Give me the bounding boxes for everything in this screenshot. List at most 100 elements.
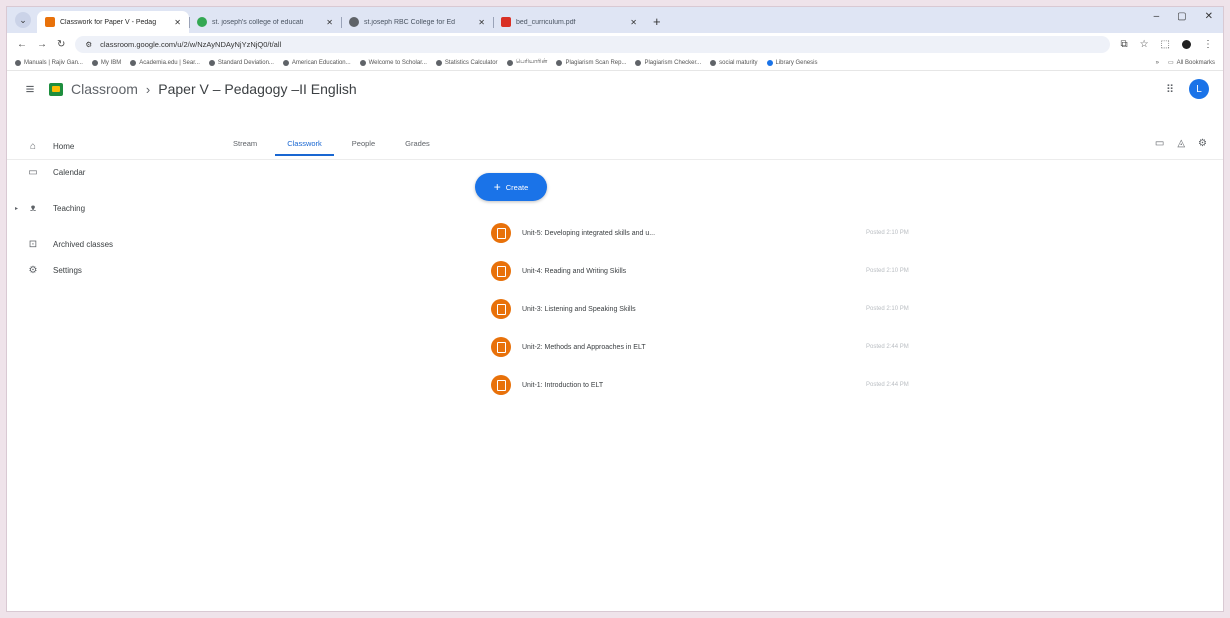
course-title[interactable]: Paper V – Pedagogy –II English bbox=[158, 81, 356, 97]
assignment-icon bbox=[491, 299, 511, 319]
globe-icon bbox=[15, 59, 21, 66]
posted-date: Posted 2:10 PM bbox=[866, 306, 909, 312]
pdf-favicon-icon bbox=[501, 17, 511, 27]
tab-title: Classwork for Paper V - Pedag bbox=[60, 18, 157, 26]
sidebar: ⌂ Home ▭ Calendar ▸ ᴥ Teaching ⊡ Archive… bbox=[7, 133, 187, 283]
assignment-icon bbox=[491, 261, 511, 281]
close-tab-icon[interactable]: ✕ bbox=[630, 18, 637, 27]
globe-icon bbox=[208, 59, 215, 66]
close-tab-icon[interactable]: ✕ bbox=[478, 18, 485, 27]
sidebar-item-label: Home bbox=[53, 141, 75, 151]
minimize-button[interactable]: – bbox=[1154, 11, 1160, 22]
classroom-header: ≡ Classroom › Paper V – Pedagogy –II Eng… bbox=[7, 71, 1223, 107]
browser-tab[interactable]: st. joseph's college of educati ✕ bbox=[189, 11, 341, 33]
main-menu-icon[interactable]: ≡ bbox=[17, 81, 43, 98]
menu-kebab-icon[interactable]: ⋮ bbox=[1203, 39, 1213, 50]
classroom-favicon-icon bbox=[45, 17, 55, 27]
bookmark-item[interactable]: social maturity bbox=[710, 59, 758, 66]
bookmark-item[interactable]: Welcome to Scholar... bbox=[359, 59, 427, 66]
tab-stream[interactable]: Stream bbox=[233, 139, 257, 156]
classwork-actions: ▭ ◬ ⚙ bbox=[1155, 138, 1207, 149]
calendar-icon[interactable]: ▭ bbox=[1155, 138, 1164, 149]
tab-grades[interactable]: Grades bbox=[405, 139, 430, 156]
globe-icon bbox=[506, 59, 513, 66]
globe-icon bbox=[435, 59, 442, 66]
sidebar-item-archived-classes[interactable]: ⊡ Archived classes bbox=[7, 231, 187, 257]
bookmark-item[interactable]: Plagiarism Scan Rep... bbox=[556, 59, 626, 66]
bookmark-item[interactable]: Academia.edu | Sear... bbox=[130, 59, 200, 66]
people-icon: ᴥ bbox=[29, 202, 37, 214]
sidebar-item-label: Archived classes bbox=[53, 239, 114, 249]
tab-title: st.joseph RBC College for Ed bbox=[364, 18, 456, 26]
breadcrumb-separator-icon: › bbox=[145, 81, 151, 97]
browser-tab[interactable]: st.joseph RBC College for Ed ✕ bbox=[341, 11, 493, 33]
assignment-icon bbox=[491, 223, 511, 243]
browser-window: ⌄ Classwork for Paper V - Pedag ✕ st. jo… bbox=[6, 6, 1224, 612]
create-button[interactable]: + Create bbox=[475, 173, 547, 201]
bookmark-item[interactable]: American Education... bbox=[282, 59, 351, 66]
back-icon[interactable]: ← bbox=[17, 39, 27, 50]
browser-tab-active[interactable]: Classwork for Paper V - Pedag ✕ bbox=[37, 11, 189, 33]
classroom-logo-icon[interactable] bbox=[49, 82, 63, 96]
posted-date: Posted 2:10 PM bbox=[866, 230, 909, 236]
sidebar-item-home[interactable]: ⌂ Home bbox=[7, 133, 187, 159]
bookmark-star-icon[interactable]: ☆ bbox=[1140, 39, 1149, 50]
maximize-button[interactable]: ▢ bbox=[1177, 11, 1186, 22]
tab-classwork[interactable]: Classwork bbox=[275, 139, 334, 156]
app-title[interactable]: Classroom bbox=[71, 81, 138, 97]
assignment-icon bbox=[491, 375, 511, 395]
list-item-title: Unit-4: Reading and Writing Skills bbox=[522, 267, 627, 275]
list-item-title: Unit-5: Developing integrated skills and… bbox=[522, 229, 656, 237]
list-item[interactable]: Unit-2: Methods and Approaches in ELT Po… bbox=[479, 328, 949, 366]
site-info-icon[interactable]: ⚙ bbox=[85, 40, 92, 49]
more-bookmarks-icon[interactable]: » bbox=[1156, 60, 1159, 66]
globe-icon bbox=[635, 59, 642, 66]
bookmark-item[interactable]: Standard Deviation... bbox=[208, 59, 274, 66]
bookmark-item[interactable]: My IBM bbox=[91, 59, 121, 66]
close-tab-icon[interactable]: ✕ bbox=[326, 18, 333, 27]
bookmark-item[interactable]: பெரியாரின் bbox=[506, 59, 547, 66]
profile-icon[interactable] bbox=[1182, 39, 1191, 49]
sidebar-item-teaching[interactable]: ▸ ᴥ Teaching bbox=[7, 195, 187, 221]
all-bookmarks-button[interactable]: ▭ All Bookmarks bbox=[1167, 59, 1215, 67]
sidebar-item-settings[interactable]: ⚙ Settings bbox=[7, 257, 187, 283]
address-bar[interactable]: ⚙ classroom.google.com/u/2/w/NzAyNDAyNjY… bbox=[75, 35, 1111, 53]
create-button-label: Create bbox=[505, 182, 529, 192]
bookmark-item[interactable]: Statistics Calculator bbox=[435, 59, 498, 66]
settings-icon[interactable]: ⚙ bbox=[1198, 138, 1207, 149]
bookmark-item[interactable]: Manuals | Rajiv Gan... bbox=[15, 59, 83, 66]
list-item-title: Unit-2: Methods and Approaches in ELT bbox=[522, 343, 646, 351]
globe-icon bbox=[282, 59, 289, 66]
close-tab-icon[interactable]: ✕ bbox=[174, 18, 181, 27]
globe-icon bbox=[130, 59, 137, 66]
browser-tab[interactable]: bed_curriculum.pdf ✕ bbox=[493, 11, 645, 33]
list-item[interactable]: Unit-4: Reading and Writing Skills Poste… bbox=[479, 252, 949, 290]
globe-icon bbox=[359, 59, 366, 66]
posted-date: Posted 2:44 PM bbox=[866, 382, 909, 388]
close-window-button[interactable]: ✕ bbox=[1205, 11, 1213, 22]
new-tab-button[interactable]: + bbox=[653, 14, 661, 29]
extensions-icon[interactable]: ⬚ bbox=[1161, 39, 1170, 50]
tab-people[interactable]: People bbox=[352, 139, 375, 156]
tab-search-button[interactable]: ⌄ bbox=[15, 12, 31, 28]
list-item[interactable]: Unit-3: Listening and Speaking Skills Po… bbox=[479, 290, 949, 328]
drive-folder-icon[interactable]: ◬ bbox=[1177, 138, 1185, 149]
toolbar-actions: ⧉ ☆ ⬚ ⋮ bbox=[1120, 39, 1213, 50]
forward-icon[interactable]: → bbox=[37, 39, 47, 50]
reload-icon[interactable]: ↻ bbox=[57, 39, 65, 50]
list-item-title: Unit-3: Listening and Speaking Skills bbox=[522, 305, 636, 313]
bookmark-item[interactable]: Plagiarism Checker... bbox=[635, 59, 701, 66]
folder-icon: ▭ bbox=[1167, 60, 1174, 66]
home-icon: ⌂ bbox=[29, 140, 37, 152]
list-item[interactable]: Unit-1: Introduction to ELT Posted 2:44 … bbox=[479, 366, 949, 404]
sidebar-divider bbox=[7, 221, 187, 231]
assignment-icon bbox=[491, 337, 511, 357]
expand-caret-icon[interactable]: ▸ bbox=[15, 205, 18, 212]
list-item[interactable]: Unit-5: Developing integrated skills and… bbox=[479, 214, 949, 252]
avatar[interactable]: L bbox=[1189, 79, 1209, 99]
google-apps-icon[interactable]: ⠿ bbox=[1166, 83, 1174, 96]
sidebar-item-calendar[interactable]: ▭ Calendar bbox=[7, 159, 187, 185]
bookmark-item[interactable]: Library Genesis bbox=[766, 59, 818, 66]
globe-icon bbox=[91, 59, 98, 66]
install-app-icon[interactable]: ⧉ bbox=[1120, 39, 1127, 50]
